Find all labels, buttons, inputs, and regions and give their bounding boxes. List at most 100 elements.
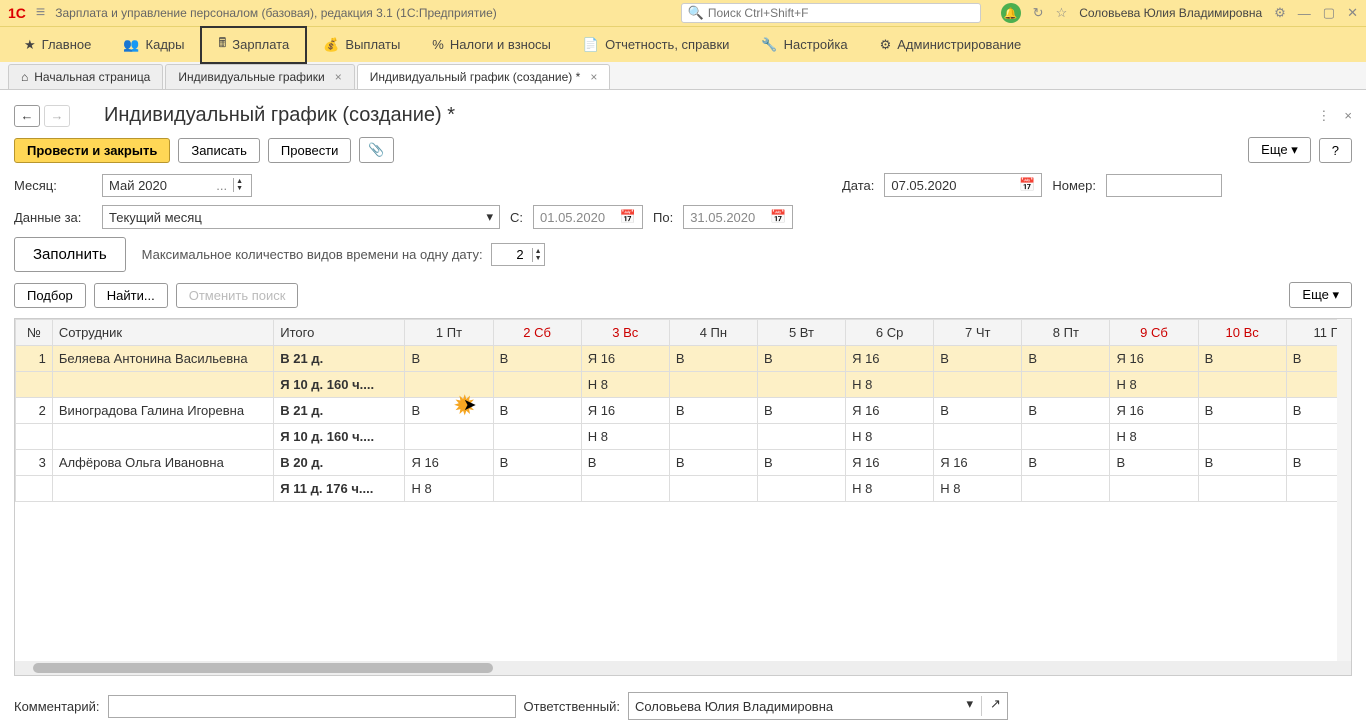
wrench-icon: 🔧 xyxy=(761,37,777,53)
post-close-button[interactable]: Провести и закрыть xyxy=(14,138,170,163)
calendar-icon[interactable]: 📅 xyxy=(620,209,636,225)
date-label: Дата: xyxy=(842,178,874,193)
chevron-down-icon[interactable]: ▾ xyxy=(486,209,493,225)
date-input[interactable]: 07.05.2020📅 xyxy=(884,173,1042,197)
data-for-select[interactable]: Текущий месяц▾ xyxy=(102,205,500,229)
notification-icon[interactable]: 🔔 xyxy=(1001,3,1021,23)
nav-main[interactable]: ★Главное xyxy=(8,31,107,59)
col-total[interactable]: Итого xyxy=(274,320,405,346)
table-row[interactable]: Я 11 д. 176 ч....Н 8Н 8Н 8 xyxy=(16,476,1353,502)
table-row[interactable]: 1Беляева Антонина ВасильевнаВ 21 д.ВВЯ 1… xyxy=(16,346,1353,372)
spin-down-icon[interactable]: ▼ xyxy=(234,185,245,192)
percent-icon: % xyxy=(432,37,444,52)
comment-input[interactable] xyxy=(108,695,516,718)
nav-reports[interactable]: 📄Отчетность, справки xyxy=(567,31,746,59)
attach-button[interactable]: 📎 xyxy=(359,137,393,163)
col-d9[interactable]: 9 Сб xyxy=(1110,320,1198,346)
user-name[interactable]: Соловьева Юлия Владимировна xyxy=(1079,6,1262,20)
money-icon: 💰 xyxy=(323,37,339,53)
maximize-icon[interactable]: ▢ xyxy=(1323,5,1335,21)
close-icon[interactable]: × xyxy=(590,70,597,84)
main-nav: ★Главное 👥Кадры 🖩Зарплата 💰Выплаты %Нало… xyxy=(0,26,1366,62)
nav-kadry[interactable]: 👥Кадры xyxy=(107,31,200,59)
table-row[interactable]: 2Виноградова Галина ИгоревнаВ 21 д.ВВЯ 1… xyxy=(16,398,1353,424)
from-date[interactable]: 01.05.2020📅 xyxy=(533,205,643,229)
more-button[interactable]: Еще ▾ xyxy=(1248,137,1311,163)
to-date[interactable]: 31.05.2020📅 xyxy=(683,205,793,229)
people-icon: 👥 xyxy=(123,37,139,53)
to-label: По: xyxy=(653,210,673,225)
from-label: С: xyxy=(510,210,523,225)
nav-vyplaty[interactable]: 💰Выплаты xyxy=(307,31,416,59)
spin-down-icon[interactable]: ▼ xyxy=(533,255,544,262)
nav-settings[interactable]: 🔧Настройка xyxy=(745,31,863,59)
menu-icon[interactable]: ≡ xyxy=(36,4,45,22)
find-button[interactable]: Найти... xyxy=(94,283,168,308)
scrollbar-v[interactable] xyxy=(1337,319,1351,661)
global-search[interactable]: 🔍 xyxy=(681,3,981,23)
cancel-find-button[interactable]: Отменить поиск xyxy=(176,283,299,308)
comment-label: Комментарий: xyxy=(14,699,100,714)
minimize-icon[interactable]: — xyxy=(1298,6,1311,21)
fill-button[interactable]: Заполнить xyxy=(14,237,126,272)
col-d7[interactable]: 7 Чт xyxy=(934,320,1022,346)
tab-schedules[interactable]: Индивидуальные графики× xyxy=(165,64,354,89)
responsible-select[interactable]: Соловьева Юлия Владимировна ▾↗ xyxy=(628,692,1008,720)
table-row[interactable]: 3Алфёрова Ольга ИвановнаВ 20 д.Я 16ВВВВЯ… xyxy=(16,450,1353,476)
schedule-table-wrap: ✹➤ № Сотрудник Итого 1 Пт 2 Сб 3 Вс 4 Пн… xyxy=(14,318,1352,676)
search-input[interactable] xyxy=(708,6,974,20)
col-d8[interactable]: 8 Пт xyxy=(1022,320,1110,346)
col-d6[interactable]: 6 Ср xyxy=(846,320,934,346)
tabs-bar: ⌂Начальная страница Индивидуальные графи… xyxy=(0,62,1366,90)
col-d10[interactable]: 10 Вс xyxy=(1198,320,1286,346)
col-d5[interactable]: 5 Вт xyxy=(757,320,845,346)
settings-icon[interactable]: ⚙ xyxy=(1274,5,1286,21)
close-page-icon[interactable]: × xyxy=(1344,108,1352,124)
favorite-icon[interactable]: ☆ xyxy=(1056,5,1068,21)
col-d3[interactable]: 3 Вс xyxy=(581,320,669,346)
number-input[interactable] xyxy=(1106,174,1222,197)
nav-admin[interactable]: ⚙Администрирование xyxy=(864,31,1038,59)
history-icon[interactable]: ↻ xyxy=(1033,5,1044,21)
col-d4[interactable]: 4 Пн xyxy=(669,320,757,346)
month-input[interactable]: Май 2020 ...▲▼ xyxy=(102,174,252,197)
more-menu-icon[interactable]: ⋮ xyxy=(1317,108,1330,124)
select-button[interactable]: Подбор xyxy=(14,283,86,308)
tab-schedule-create[interactable]: Индивидуальный график (создание) *× xyxy=(357,64,611,89)
gear-icon: ⚙ xyxy=(880,37,892,53)
search-icon: 🔍 xyxy=(688,5,704,21)
forward-button[interactable]: → xyxy=(44,105,70,127)
scrollbar-h[interactable] xyxy=(15,661,1351,675)
back-button[interactable]: ← xyxy=(14,105,40,127)
table-more-button[interactable]: Еще ▾ xyxy=(1289,282,1352,308)
table-row[interactable]: Я 10 д. 160 ч....Н 8Н 8Н 8 xyxy=(16,424,1353,450)
star-icon: ★ xyxy=(24,37,36,53)
schedule-table[interactable]: № Сотрудник Итого 1 Пт 2 Сб 3 Вс 4 Пн 5 … xyxy=(15,319,1352,502)
app-logo: 1C xyxy=(8,5,26,21)
spin-up-icon[interactable]: ▲ xyxy=(234,178,245,185)
data-for-label: Данные за: xyxy=(14,210,92,225)
max-types-input[interactable]: ▲▼ xyxy=(491,243,545,266)
col-d1[interactable]: 1 Пт xyxy=(405,320,493,346)
chevron-down-icon[interactable]: ▾ xyxy=(967,696,974,716)
tab-start[interactable]: ⌂Начальная страница xyxy=(8,64,163,89)
close-icon[interactable]: × xyxy=(335,70,342,84)
post-button[interactable]: Провести xyxy=(268,138,352,163)
table-row[interactable]: Я 10 д. 160 ч....Н 8Н 8Н 8 xyxy=(16,372,1353,398)
calendar-icon[interactable]: 📅 xyxy=(1019,177,1035,193)
nav-zarplata[interactable]: 🖩Зарплата xyxy=(200,26,307,64)
open-icon[interactable]: ↗ xyxy=(990,696,1001,716)
spin-up-icon[interactable]: ▲ xyxy=(533,248,544,255)
calendar-icon[interactable]: 📅 xyxy=(770,209,786,225)
close-window-icon[interactable]: ✕ xyxy=(1347,5,1358,21)
calc-icon: 🖩 xyxy=(218,34,226,56)
col-num[interactable]: № xyxy=(16,320,53,346)
responsible-label: Ответственный: xyxy=(524,699,620,714)
help-button[interactable]: ? xyxy=(1319,138,1352,163)
max-types-label: Максимальное количество видов времени на… xyxy=(142,247,483,262)
col-d2[interactable]: 2 Сб xyxy=(493,320,581,346)
nav-nalogi[interactable]: %Налоги и взносы xyxy=(416,31,567,58)
save-button[interactable]: Записать xyxy=(178,138,260,163)
number-label: Номер: xyxy=(1052,178,1096,193)
col-emp[interactable]: Сотрудник xyxy=(52,320,273,346)
